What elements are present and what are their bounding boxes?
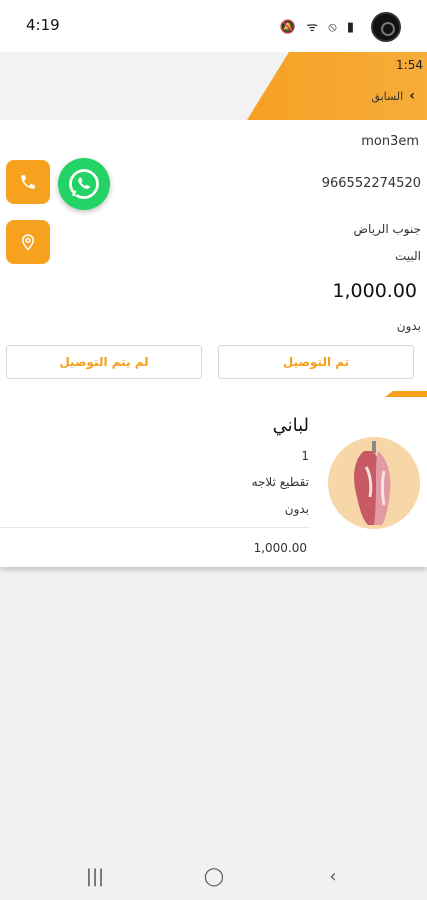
customer-name: mon3em xyxy=(361,134,419,149)
order-note: بدون xyxy=(396,319,421,333)
header-time: 1:54 xyxy=(396,58,423,72)
header: 1:54 السابق ‹ xyxy=(0,52,427,120)
back-button[interactable]: السابق ‹ xyxy=(371,88,415,104)
chevron-left-icon: ‹ xyxy=(409,88,415,104)
location-pin-icon xyxy=(21,234,35,251)
order-info-card: mon3em 966552274520 جنوب الرياض البيت 1,… xyxy=(0,120,427,392)
location-button[interactable] xyxy=(6,220,50,264)
delivered-button[interactable]: تم التوصيل xyxy=(218,345,414,379)
not-delivered-button[interactable]: لم يتم التوصيل xyxy=(6,345,202,379)
delivery-area: جنوب الرياض xyxy=(353,222,421,236)
product-image xyxy=(328,437,420,529)
recent-apps-icon[interactable]: ||| xyxy=(80,864,110,888)
product-card: لباني 1 تقطيع ثلاجه بدون 1,000.00 xyxy=(0,391,427,567)
call-button[interactable] xyxy=(6,160,50,204)
home-icon[interactable]: ◯ xyxy=(199,864,229,888)
whatsapp-button[interactable] xyxy=(58,158,110,210)
product-name: لباني xyxy=(272,415,309,436)
product-quantity: 1 xyxy=(301,449,309,463)
back-icon[interactable]: ‹ xyxy=(318,864,348,888)
phone-icon xyxy=(21,175,35,189)
delivery-place: البيت xyxy=(394,249,421,263)
phone-number: 966552274520 xyxy=(321,176,421,191)
whatsapp-icon xyxy=(69,169,99,199)
product-cut-type: تقطيع ثلاجه xyxy=(251,475,309,489)
status-bar: 4:19 🔕 ᯤ ⦸ ▮ xyxy=(0,0,427,52)
system-nav-bar: ||| ◯ ‹ xyxy=(0,852,427,900)
product-note: بدون xyxy=(284,502,309,516)
product-divider xyxy=(0,527,310,528)
status-time: 4:19 xyxy=(26,16,60,34)
order-total: 1,000.00 xyxy=(332,280,417,302)
product-accent xyxy=(385,391,427,397)
back-label: السابق xyxy=(371,89,404,103)
camera-icon[interactable] xyxy=(371,12,401,42)
status-icons: 🔕 ᯤ ⦸ ▮ xyxy=(279,20,357,35)
product-price: 1,000.00 xyxy=(253,541,307,555)
